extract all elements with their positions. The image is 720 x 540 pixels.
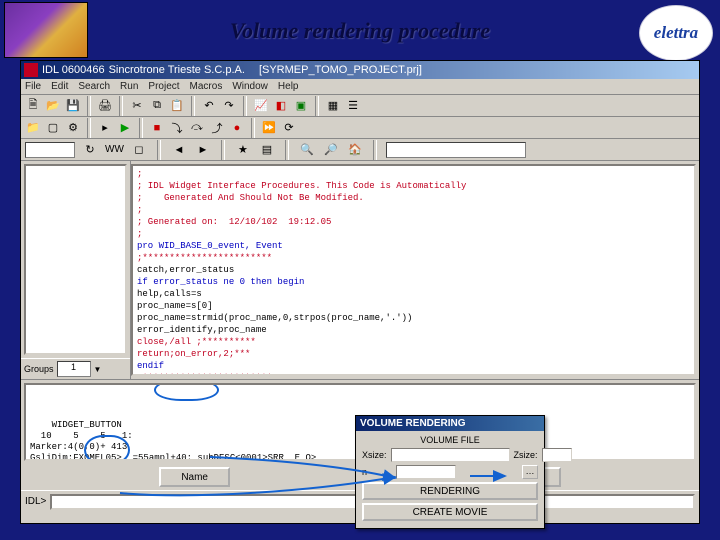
folder-icon[interactable]: 📁 [24,119,42,137]
volume-rendering-dialog: VOLUME RENDERING VOLUME FILE Xsize: Zsiz… [355,415,545,529]
code-line: return;on_error,2;*** [137,348,690,360]
project-tree[interactable] [24,164,127,355]
home-icon[interactable]: 🏠 [346,141,364,159]
browse-icon[interactable]: … [522,465,538,479]
toolbar-debug: 📁 ▢ ⚙ ▸ ▶ ■ ⤵ ⤼ ⤴ ● ⏩ ⟳ [21,117,699,139]
name-button-left[interactable]: Name [159,467,230,487]
zsize-label: Zsize: [514,450,538,460]
image-icon[interactable]: ◧ [272,97,290,115]
redo-icon[interactable]: ↷ [220,97,238,115]
print-icon[interactable]: 🖨 [96,97,114,115]
grid-icon[interactable]: ▦ [324,97,342,115]
restart-icon[interactable]: ⟳ [280,119,298,137]
toolbar-standard: 🗎 📂 💾 🖨 ✂ ⧉ 📋 ↶ ↷ 📈 ◧ ▣ ▦ ☰ [21,95,699,117]
find-icon[interactable]: 🔍 [298,141,316,159]
code-line: ; Generated on: 12/10/102 19:12.05 [137,216,690,228]
chevron-down-icon[interactable]: ▼ [94,365,102,374]
address-field[interactable] [25,142,75,158]
code-line: if error_status ne 0 then begin [137,276,690,288]
search-field[interactable] [386,142,526,158]
cmd-label: IDL> [25,496,46,507]
menu-bar: File Edit Search Run Project Macros Wind… [21,79,699,95]
rendering-button[interactable]: RENDERING [362,482,538,500]
back-icon[interactable]: ◄ [170,141,188,159]
annotation-circle-2 [154,383,219,401]
menu-help[interactable]: Help [278,81,299,92]
titlebar-project: [SYRMEP_TOMO_PROJECT.prj] [259,64,422,76]
save-icon[interactable]: 💾 [64,97,82,115]
menu-run[interactable]: Run [120,81,138,92]
menu-edit[interactable]: Edit [51,81,68,92]
menu-file[interactable]: File [25,81,41,92]
find-next-icon[interactable]: 🔎 [322,141,340,159]
code-line: ; [137,228,690,240]
groups-label: Groups [24,364,54,374]
plot-icon[interactable]: 📈 [252,97,270,115]
copy-icon[interactable]: ⧉ [148,97,166,115]
code-line: ; IDL Widget Interface Procedures. This … [137,180,690,192]
browser-icon[interactable]: ▤ [258,141,276,159]
groups-value[interactable]: 1 [57,361,91,377]
step-into-icon[interactable]: ⤵ [168,119,186,137]
n-input[interactable] [396,465,456,479]
zsize-input[interactable] [542,448,572,462]
menu-window[interactable]: Window [232,81,268,92]
slide-title: Volume rendering procedure [0,18,720,44]
title-bar: IDL 0600466 Sincrotrone Trieste S.C.p.A.… [21,61,699,79]
code-line: error_identify,proc_name [137,324,690,336]
toolbar-nav: ↻ WW ◻ ◄ ► ★ ▤ 🔍 🔎 🏠 [21,139,699,161]
code-line: ;************************ [137,372,690,376]
box-icon[interactable]: ▢ [44,119,62,137]
xsize-input[interactable] [391,448,510,462]
breakpoint-icon[interactable]: ● [228,119,246,137]
stop-load-icon[interactable]: ◻ [130,141,148,159]
code-line: pro WID_BASE_0_event, Event [137,240,690,252]
code-line: ; [137,204,690,216]
n-label: n [362,467,392,477]
code-editor[interactable]: ;; IDL Widget Interface Procedures. This… [131,164,696,376]
code-line: ; [137,168,690,180]
menu-project[interactable]: Project [148,81,179,92]
paste-icon[interactable]: 📋 [168,97,186,115]
code-line: catch,error_status [137,264,690,276]
code-line: ;************************ [137,252,690,264]
refresh-icon[interactable]: ↻ [81,141,99,159]
log-line: GsliDim:FX0MEL05> =55ampl+40; subDESC<00… [30,453,316,461]
undo-icon[interactable]: ↶ [200,97,218,115]
surface-icon[interactable]: ▣ [292,97,310,115]
continue-icon[interactable]: ⏩ [260,119,278,137]
menu-search[interactable]: Search [78,81,110,92]
build-icon[interactable]: ⚙ [64,119,82,137]
dialog-section-label: VOLUME FILE [362,435,538,445]
menu-macros[interactable]: Macros [190,81,223,92]
code-line: ; Generated And Should Not Be Modified. [137,192,690,204]
layers-icon[interactable]: ☰ [344,97,362,115]
new-icon[interactable]: 🗎 [24,97,42,115]
ww-label: WW [105,144,124,155]
log-line: 10 5 5 1: [30,431,133,441]
code-line: close,/all ;********** [137,336,690,348]
code-line: proc_name=s[0] [137,300,690,312]
code-line: help,calls=s [137,288,690,300]
cut-icon[interactable]: ✂ [128,97,146,115]
step-out-icon[interactable]: ⤴ [208,119,226,137]
xsize-label: Xsize: [362,450,387,460]
titlebar-app: IDL 0600466 [42,64,105,76]
open-icon[interactable]: 📂 [44,97,62,115]
compile-icon[interactable]: ▸ [96,119,114,137]
titlebar-license: Sincrotrone Trieste S.C.p.A. [109,64,245,76]
bookmark-icon[interactable]: ★ [234,141,252,159]
code-line: proc_name=strmid(proc_name,0,strpos(proc… [137,312,690,324]
run-icon[interactable]: ▶ [116,119,134,137]
create-movie-button[interactable]: CREATE MOVIE [362,503,538,521]
stop-icon[interactable]: ■ [148,119,166,137]
project-sidebar: Groups 1 ▼ [21,161,131,379]
code-line: endif [137,360,690,372]
log-line: WIDGET_BUTTON [52,420,122,430]
dialog-title: VOLUME RENDERING [356,416,544,431]
forward-icon[interactable]: ► [194,141,212,159]
log-line: Marker:4(0,0)+ 413 [30,442,127,452]
app-icon [24,63,38,77]
step-over-icon[interactable]: ⤼ [188,119,206,137]
